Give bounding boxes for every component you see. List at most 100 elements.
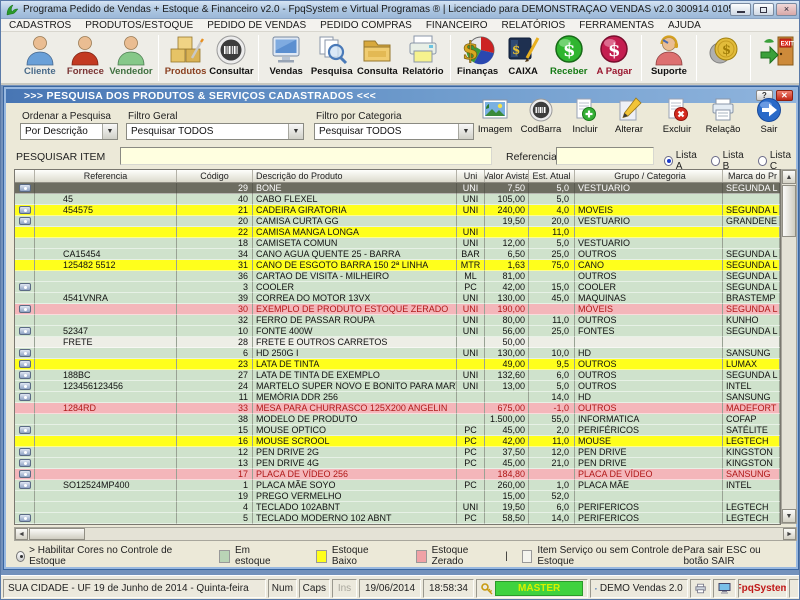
menu-ajuda[interactable]: AJUDA: [668, 20, 701, 31]
table-row[interactable]: 13 PEN DRIVE 4G PC 45,00 21,0 PEN DRIVE …: [15, 458, 780, 469]
column-est-atual[interactable]: Est. Atual: [529, 170, 575, 182]
menu-pedido-vendas[interactable]: PEDIDO DE VENDAS: [207, 20, 306, 31]
table-row[interactable]: 454575 21 CADEIRA GIRATORIA UNI 240,00 4…: [15, 205, 780, 216]
exit-form-button[interactable]: Sair: [748, 97, 790, 143]
column-referencia[interactable]: Referencia: [35, 170, 177, 182]
menu-produtos-estoque[interactable]: PRODUTOS/ESTOQUE: [85, 20, 193, 31]
table-row[interactable]: 19 PREGO VERMELHO 15,00 52,0: [15, 491, 780, 502]
delete-button[interactable]: Excluir: [656, 97, 698, 143]
barcode-button[interactable]: CodBarra: [520, 97, 562, 143]
cell-referencia: 52347: [35, 326, 177, 337]
toolbar-relatorio-button[interactable]: Relatório: [401, 34, 445, 82]
cell-codigo: 34: [177, 249, 253, 260]
image-button[interactable]: Imagem: [474, 97, 516, 143]
table-row[interactable]: 23 LATA DE TINTA 49,00 9,5 OUTROS LUMAX: [15, 359, 780, 370]
restore-button[interactable]: [753, 3, 774, 16]
vertical-scroll-thumb[interactable]: [782, 185, 796, 237]
minimize-button[interactable]: [730, 3, 751, 16]
menu-cadastros[interactable]: CADASTROS: [9, 20, 71, 31]
vertical-scrollbar[interactable]: ▲ ▼: [781, 169, 797, 524]
cell-grupo-categoria: [575, 491, 723, 502]
column-uni[interactable]: Uni: [457, 170, 485, 182]
toolbar-suporte-button[interactable]: Suporte: [647, 34, 691, 82]
table-row[interactable]: 36 CARTAO DE VISITA - MILHEIRO ML 81,00 …: [15, 271, 780, 282]
toolbar-caixa-button[interactable]: $ CAIXA: [501, 34, 545, 82]
table-row[interactable]: 3 COOLER PC 42,00 15,0 COOLER SEGUNDA L: [15, 282, 780, 293]
table-row[interactable]: 18 CAMISETA COMUN UNI 12,00 5,0 VESTUARI…: [15, 238, 780, 249]
toolbar-receber-button[interactable]: $ Receber: [547, 34, 591, 82]
column-grupo-categoria[interactable]: Grupo / Categoria: [575, 170, 723, 182]
category-filter-select[interactable]: Pesquisar TODOS ▼: [314, 123, 474, 140]
add-button[interactable]: Incluir: [564, 97, 606, 143]
menu-pedido-compras[interactable]: PEDIDO COMPRAS: [320, 20, 412, 31]
table-row[interactable]: 4 TECLADO 102ABNT UNI 19,50 6,0 PERIFERI…: [15, 502, 780, 513]
report-button[interactable]: Relação: [702, 97, 744, 143]
table-row[interactable]: 38 MODELO DE PRODUTO 1.500,00 55,0 INFOR…: [15, 414, 780, 425]
status-terminal-panel[interactable]: [713, 579, 736, 598]
cell-uni: PC: [457, 458, 485, 469]
table-row[interactable]: 30 EXEMPLO DE PRODUTO ESTOQUE ZERADO UNI…: [15, 304, 780, 315]
table-row[interactable]: 16 MOUSE SCROOL PC 42,00 11,0 MOUSE LEGT…: [15, 436, 780, 447]
table-row[interactable]: 11 MEMÓRIA DDR 256 14,0 HD SANSUNG: [15, 392, 780, 403]
menu-relatorios[interactable]: RELATÓRIOS: [502, 20, 566, 31]
toolbar-apagar-button[interactable]: $ A Pagar: [593, 34, 637, 82]
table-row[interactable]: 188BC 27 LATA DE TINTA DE EXEMPLO UNI 13…: [15, 370, 780, 381]
close-button[interactable]: ×: [776, 3, 797, 16]
edit-button[interactable]: Alterar: [608, 97, 650, 143]
status-printer-panel[interactable]: [690, 579, 711, 598]
table-row[interactable]: 4541VNRA 39 CORREA DO MOTOR 13VX UNI 130…: [15, 293, 780, 304]
table-row[interactable]: 6 HD 250G I UNI 130,00 10,0 HD SANSUNG: [15, 348, 780, 359]
order-filter-select[interactable]: Por Descrição ▼: [20, 123, 118, 140]
general-filter-select[interactable]: Pesquisar TODOS ▼: [126, 123, 304, 140]
column-marca[interactable]: Marca do Pr: [723, 170, 780, 182]
toolbar-moeda-button[interactable]: $: [702, 34, 746, 82]
table-row[interactable]: 1284RD 33 MESA PARA CHURRASCO 125X200 AN…: [15, 403, 780, 414]
reference-input[interactable]: [556, 147, 654, 165]
enable-colors-toggle[interactable]: > Habilitar Cores no Controle de Estoque: [16, 545, 173, 567]
table-row[interactable]: 12 PEN DRIVE 2G PC 37,50 12,0 PEN DRIVE …: [15, 447, 780, 458]
toolbar-vendas-button[interactable]: Vendas: [264, 34, 308, 82]
column-valor-avista[interactable]: Valor Avista: [485, 170, 529, 182]
scroll-left-icon[interactable]: ◄: [15, 528, 28, 540]
table-row[interactable]: 5 TECLADO MODERNO 102 ABNT PC 58,50 14,0…: [15, 513, 780, 524]
radio-icon: [664, 156, 673, 166]
table-row[interactable]: 32 FERRO DE PASSAR ROUPA UNI 80,00 11,0 …: [15, 315, 780, 326]
menu-financeiro[interactable]: FINANCEIRO: [426, 20, 488, 31]
table-row[interactable]: 17 PLACA DE VÍDEO 256 184,80 PLACA DE VÍ…: [15, 469, 780, 480]
scroll-down-icon[interactable]: ▼: [782, 509, 796, 523]
table-row[interactable]: 15 MOUSE OPTICO PC 45,00 2,0 PERIFÉRICOS…: [15, 425, 780, 436]
table-row[interactable]: 125482 5512 31 CANO DE ESGOTO BARRA 150 …: [15, 260, 780, 271]
horizontal-scroll-thumb[interactable]: [29, 528, 85, 540]
table-row[interactable]: 22 CAMISA MANGA LONGA UNI 11,0: [15, 227, 780, 238]
toolbar-vendedor-button[interactable]: Vendedor: [109, 34, 153, 82]
toolbar-financas-button[interactable]: $ Finanças: [456, 34, 500, 82]
table-row[interactable]: 45 40 CABO FLEXEL UNI 105,00 5,0: [15, 194, 780, 205]
table-row[interactable]: CA15454 34 CANO AGUA QUENTE 25 - BARRA B…: [15, 249, 780, 260]
scroll-up-icon[interactable]: ▲: [782, 170, 796, 184]
menu-ferramentas[interactable]: FERRAMENTAS: [579, 20, 654, 31]
table-row[interactable]: 20 CAMISA CURTA GG 19,50 20,0 VESTUARIO …: [15, 216, 780, 227]
cell-marca: [723, 238, 780, 249]
toolbar-produtos-button[interactable]: Produtos: [164, 34, 208, 82]
table-row[interactable]: 52347 10 FONTE 400W UNI 56,00 25,0 FONTE…: [15, 326, 780, 337]
table-row[interactable]: 29 BONE UNI 7,50 5,0 VESTUARIO SEGUNDA L: [15, 183, 780, 194]
scroll-right-icon[interactable]: ►: [783, 528, 796, 540]
column-codigo[interactable]: Código: [177, 170, 253, 182]
table-row[interactable]: FRETE 28 FRETE E OUTROS CARRETOS 50,00: [15, 337, 780, 348]
table-row[interactable]: SO12524MP400 1 PLACA MÃE SOYO PC 260,00 …: [15, 480, 780, 491]
cell-referencia: [35, 238, 177, 249]
table-row[interactable]: 123456123456 24 MARTELO SUPER NOVO E BON…: [15, 381, 780, 392]
toolbar-consultar-button[interactable]: Consultar: [209, 34, 253, 82]
toolbar-fornecedor-button[interactable]: Fornece: [64, 34, 108, 82]
toolbar-consulta-button[interactable]: Consulta: [356, 34, 400, 82]
column-descricao[interactable]: Descrição do Produto: [253, 170, 457, 182]
toolbar-cliente-button[interactable]: Cliente: [18, 34, 62, 82]
order-filter-label: Ordenar a Pesquisa: [22, 111, 111, 122]
toolbar-exit-button[interactable]: EXIT: [756, 34, 800, 82]
legend-service-item: Item Serviço ou sem Controle de Estoque: [522, 545, 684, 567]
column-photo[interactable]: [15, 170, 35, 182]
horizontal-scrollbar[interactable]: ◄ ►: [14, 527, 797, 541]
products-table: Referencia Código Descrição do Produto U…: [14, 169, 781, 525]
search-item-input[interactable]: [120, 147, 492, 165]
toolbar-pesquisa-button[interactable]: Pesquisa: [310, 34, 354, 82]
